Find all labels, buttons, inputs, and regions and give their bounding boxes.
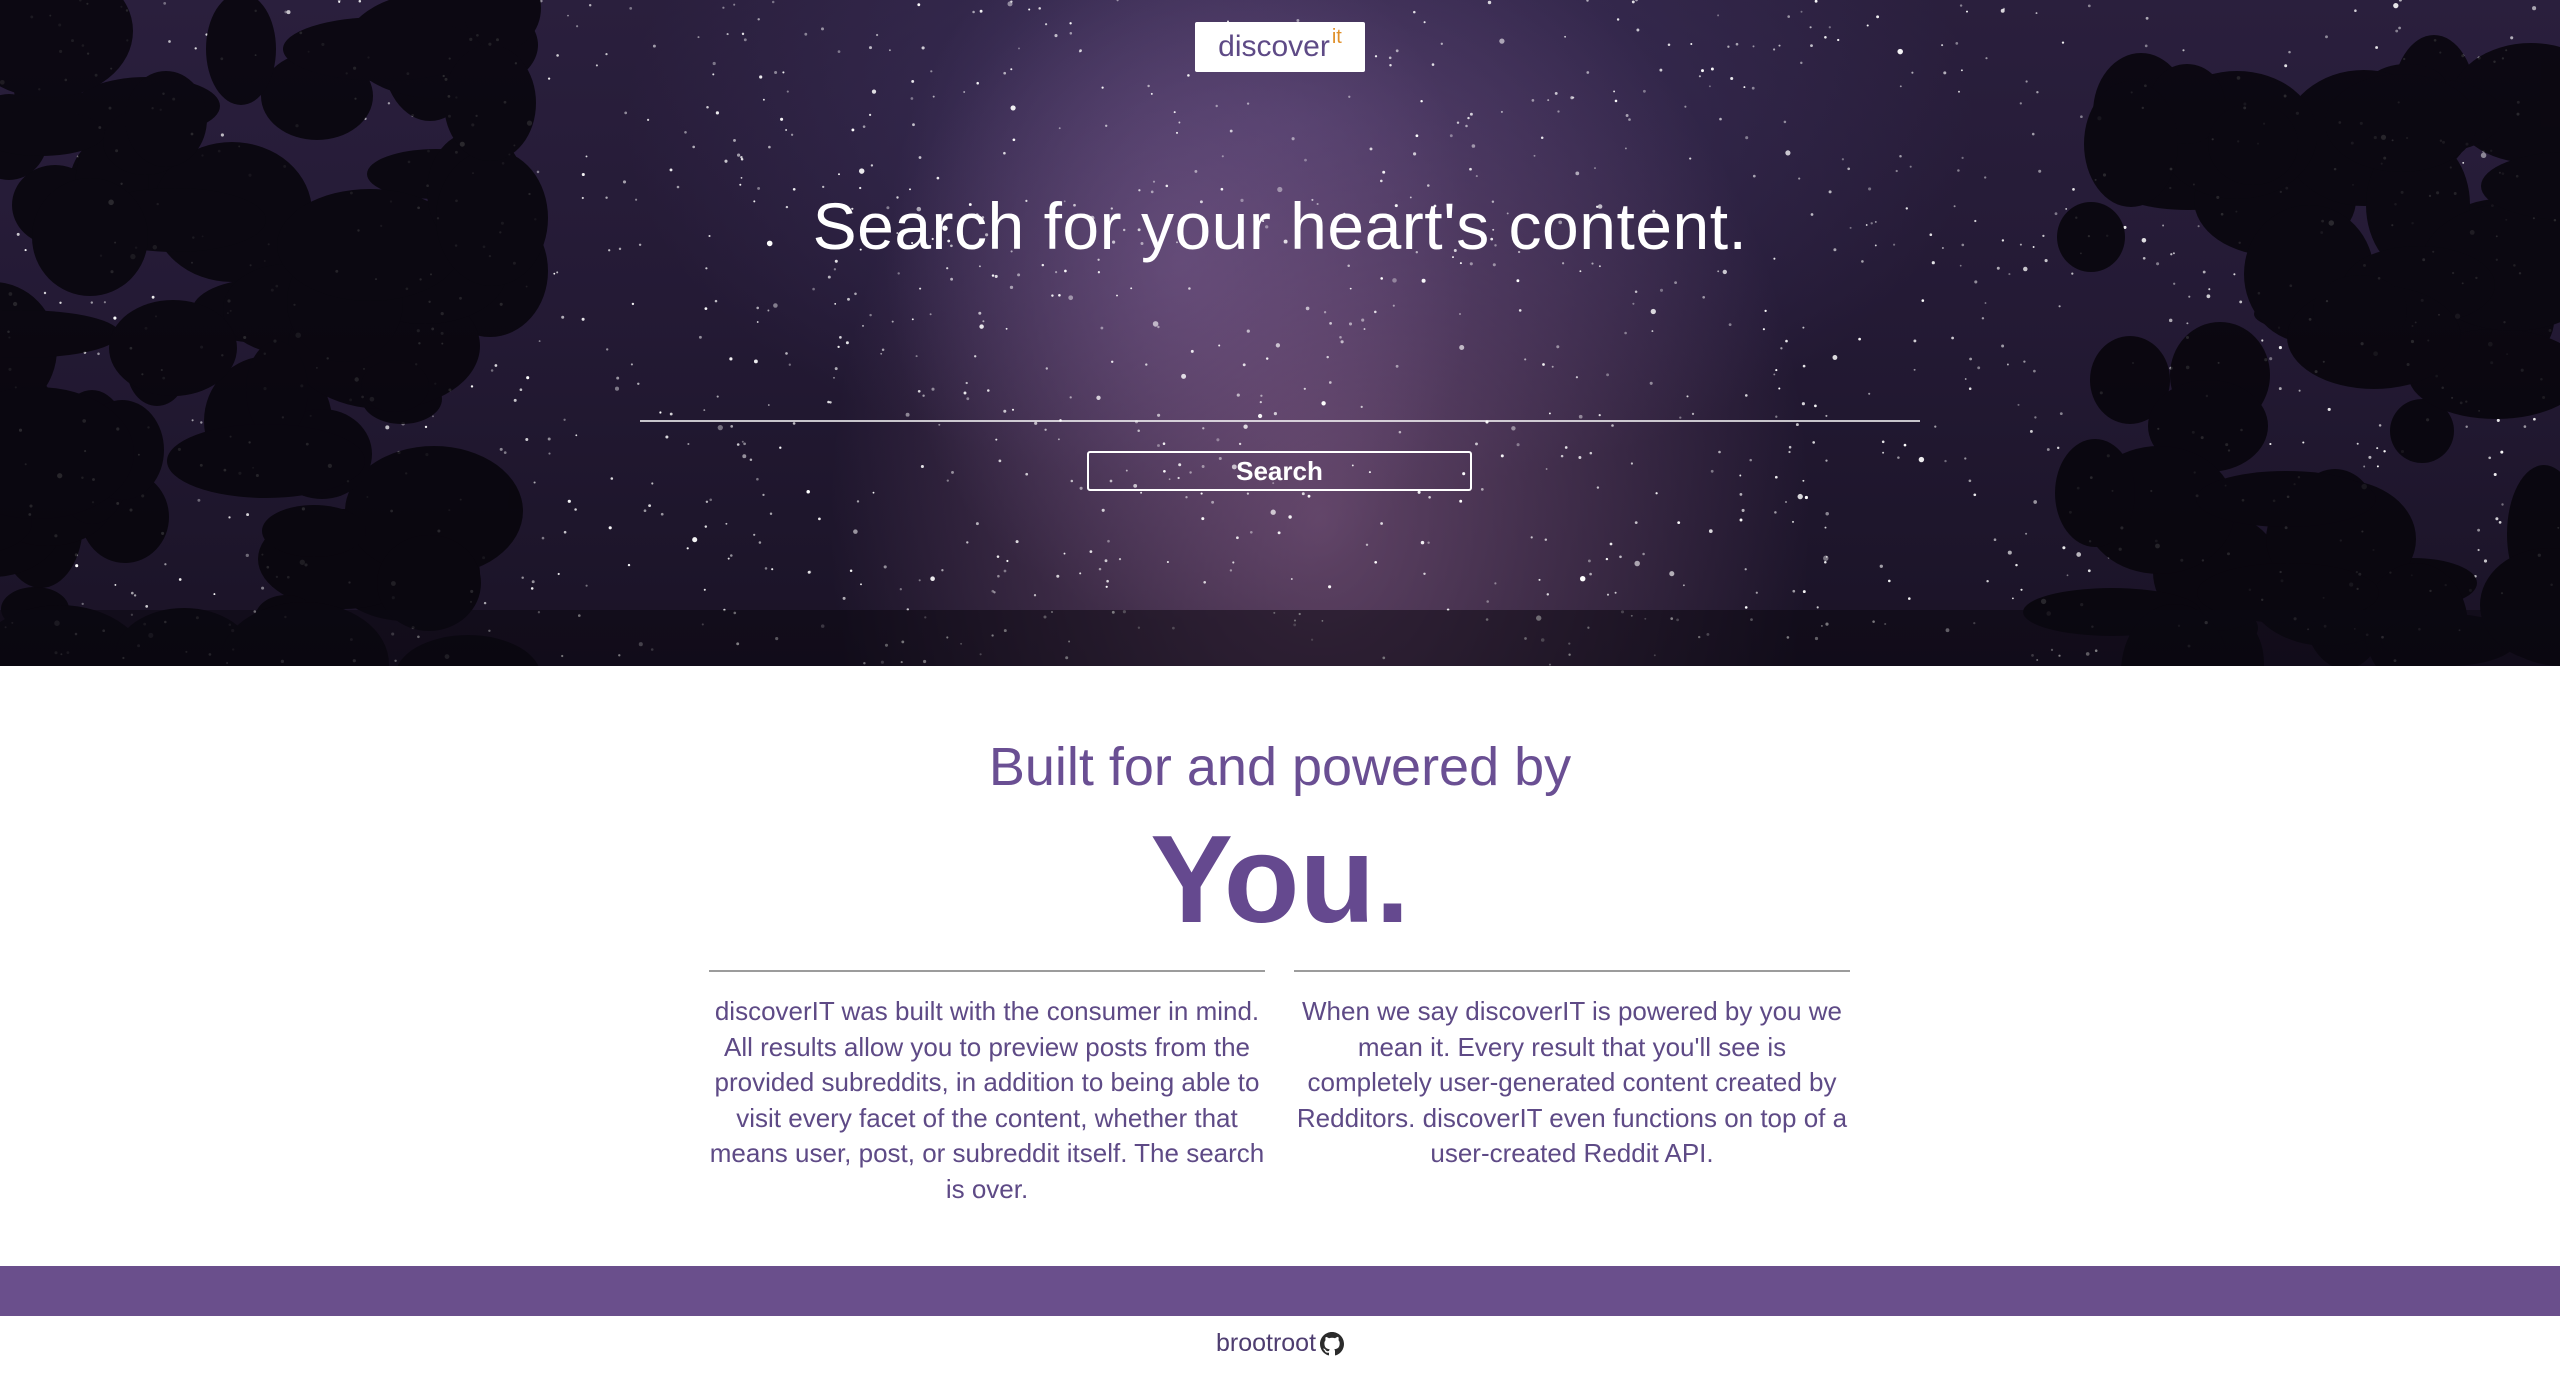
about-heading: Built for and powered by xyxy=(988,737,1572,797)
footer-bar xyxy=(0,1266,2560,1316)
about-emphasis: You. xyxy=(1150,811,1410,949)
footer: brootroot xyxy=(0,1329,2560,1358)
about-powered-text: When we say discoverIT is powered by you… xyxy=(1294,970,1850,1172)
github-icon xyxy=(1320,1331,1345,1355)
brand-logo[interactable]: discover it xyxy=(1195,22,1365,72)
author-name: brootroot xyxy=(1215,1329,1317,1357)
night-sky-background xyxy=(0,0,2560,666)
brand-super-text: it xyxy=(1331,25,1342,48)
search-button[interactable]: Search xyxy=(1087,451,1472,491)
search-input[interactable] xyxy=(640,362,1920,422)
brand-main-text: discover xyxy=(1218,30,1330,63)
author-link[interactable]: brootroot xyxy=(1215,1329,1345,1358)
about-consumer-text: discoverIT was built with the consumer i… xyxy=(709,970,1265,1207)
hero-title: Search for your heart's content. xyxy=(812,189,1748,263)
hero-section: discover it Search for your heart's conte… xyxy=(0,0,2560,666)
